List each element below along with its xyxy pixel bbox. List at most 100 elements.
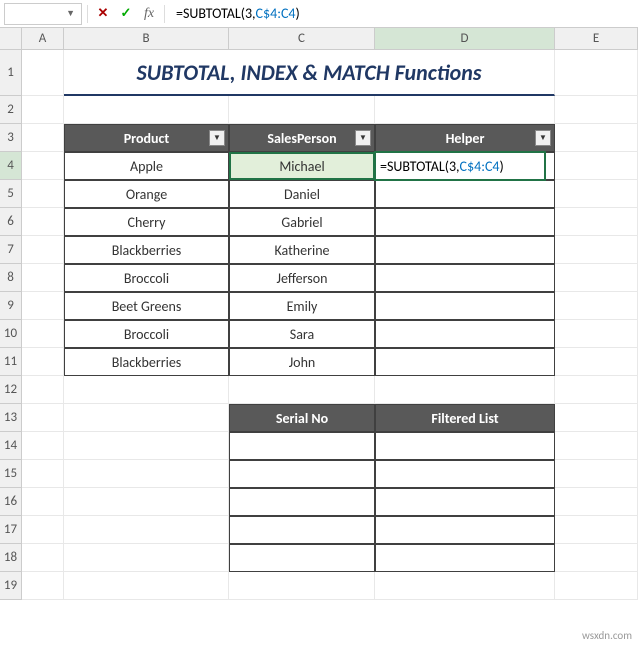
cell-B11[interactable]: Blackberries xyxy=(64,348,229,376)
col-header-D[interactable]: D xyxy=(375,28,555,50)
cell-B13[interactable] xyxy=(64,404,229,432)
cell-A3[interactable] xyxy=(22,124,64,152)
cell-E4[interactable] xyxy=(555,152,638,180)
filter-dropdown-icon[interactable]: ▼ xyxy=(355,130,371,146)
cell-C17[interactable] xyxy=(229,516,375,544)
name-box[interactable]: ▼ xyxy=(4,3,82,25)
cell-C18[interactable] xyxy=(229,544,375,572)
row-header-17[interactable]: 17 xyxy=(0,516,22,544)
cell-A2[interactable] xyxy=(22,96,64,124)
row-header-1[interactable]: 1 xyxy=(0,50,22,96)
cell-A5[interactable] xyxy=(22,180,64,208)
cell-D17[interactable] xyxy=(375,516,555,544)
cell-B6[interactable]: Cherry xyxy=(64,208,229,236)
row-header-16[interactable]: 16 xyxy=(0,488,22,516)
row-header-6[interactable]: 6 xyxy=(0,208,22,236)
cell-D2[interactable] xyxy=(375,96,555,124)
cell-C2[interactable] xyxy=(229,96,375,124)
cell-E10[interactable] xyxy=(555,320,638,348)
cell-A11[interactable] xyxy=(22,348,64,376)
cell-B12[interactable] xyxy=(64,376,229,404)
cell-B4[interactable]: Apple xyxy=(64,152,229,180)
cell-E16[interactable] xyxy=(555,488,638,516)
cell-D19[interactable] xyxy=(375,572,555,600)
row-header-3[interactable]: 3 xyxy=(0,124,22,152)
cell-A13[interactable] xyxy=(22,404,64,432)
cell-B15[interactable] xyxy=(64,460,229,488)
fx-button[interactable]: fx xyxy=(139,3,159,25)
cell-D8[interactable] xyxy=(375,264,555,292)
row-header-18[interactable]: 18 xyxy=(0,544,22,572)
cell-C14[interactable] xyxy=(229,432,375,460)
cell-A17[interactable] xyxy=(22,516,64,544)
name-box-dropdown-icon[interactable]: ▼ xyxy=(66,8,75,19)
cell-E15[interactable] xyxy=(555,460,638,488)
cell-E14[interactable] xyxy=(555,432,638,460)
cell-D11[interactable] xyxy=(375,348,555,376)
row-header-7[interactable]: 7 xyxy=(0,236,22,264)
filter-dropdown-icon[interactable]: ▼ xyxy=(209,130,225,146)
cell-B9[interactable]: Beet Greens xyxy=(64,292,229,320)
row-header-12[interactable]: 12 xyxy=(0,376,22,404)
cell-B7[interactable]: Blackberries xyxy=(64,236,229,264)
cell-E6[interactable] xyxy=(555,208,638,236)
row-header-11[interactable]: 11 xyxy=(0,348,22,376)
cell-E12[interactable] xyxy=(555,376,638,404)
cell-A19[interactable] xyxy=(22,572,64,600)
cell-E1[interactable] xyxy=(555,50,638,96)
cell-D16[interactable] xyxy=(375,488,555,516)
cell-C10[interactable]: Sara xyxy=(229,320,375,348)
cell-E7[interactable] xyxy=(555,236,638,264)
col-header-C[interactable]: C xyxy=(229,28,375,50)
cell-A16[interactable] xyxy=(22,488,64,516)
cell-D9[interactable] xyxy=(375,292,555,320)
cell-C9[interactable]: Emily xyxy=(229,292,375,320)
row-header-15[interactable]: 15 xyxy=(0,460,22,488)
cell-A4[interactable] xyxy=(22,152,64,180)
cell-E19[interactable] xyxy=(555,572,638,600)
cell-C6[interactable]: Gabriel xyxy=(229,208,375,236)
inline-formula-editor[interactable]: =SUBTOTAL(3,C$4:C4) xyxy=(374,151,546,181)
cell-B14[interactable] xyxy=(64,432,229,460)
cell-A6[interactable] xyxy=(22,208,64,236)
cell-A14[interactable] xyxy=(22,432,64,460)
cell-A7[interactable] xyxy=(22,236,64,264)
cell-B2[interactable] xyxy=(64,96,229,124)
row-header-4[interactable]: 4 xyxy=(0,152,22,180)
cell-A9[interactable] xyxy=(22,292,64,320)
cell-E5[interactable] xyxy=(555,180,638,208)
cell-C4[interactable]: Michael xyxy=(229,152,375,180)
cell-D12[interactable] xyxy=(375,376,555,404)
col-header-B[interactable]: B xyxy=(64,28,229,50)
cell-C8[interactable]: Jefferson xyxy=(229,264,375,292)
cell-D7[interactable] xyxy=(375,236,555,264)
cell-C5[interactable]: Daniel xyxy=(229,180,375,208)
cell-D14[interactable] xyxy=(375,432,555,460)
cell-C11[interactable]: John xyxy=(229,348,375,376)
cell-E2[interactable] xyxy=(555,96,638,124)
confirm-button[interactable]: ✓ xyxy=(116,3,136,25)
cell-A12[interactable] xyxy=(22,376,64,404)
cell-D6[interactable] xyxy=(375,208,555,236)
cell-E8[interactable] xyxy=(555,264,638,292)
cell-E3[interactable] xyxy=(555,124,638,152)
cell-D18[interactable] xyxy=(375,544,555,572)
filter-dropdown-icon[interactable]: ▼ xyxy=(535,130,551,146)
cell-B19[interactable] xyxy=(64,572,229,600)
cell-A18[interactable] xyxy=(22,544,64,572)
row-header-14[interactable]: 14 xyxy=(0,432,22,460)
cell-B8[interactable]: Broccoli xyxy=(64,264,229,292)
cancel-button[interactable]: ✕ xyxy=(93,3,113,25)
cell-B5[interactable]: Orange xyxy=(64,180,229,208)
cell-E13[interactable] xyxy=(555,404,638,432)
cell-E17[interactable] xyxy=(555,516,638,544)
cell-B18[interactable] xyxy=(64,544,229,572)
row-header-19[interactable]: 19 xyxy=(0,572,22,600)
cell-C15[interactable] xyxy=(229,460,375,488)
cell-B16[interactable] xyxy=(64,488,229,516)
cell-D5[interactable] xyxy=(375,180,555,208)
row-header-9[interactable]: 9 xyxy=(0,292,22,320)
row-header-10[interactable]: 10 xyxy=(0,320,22,348)
cell-A1[interactable] xyxy=(22,50,64,96)
row-header-13[interactable]: 13 xyxy=(0,404,22,432)
